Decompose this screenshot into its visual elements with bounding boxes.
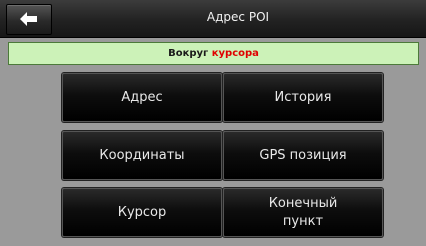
scope-prefix: Вокруг (168, 48, 209, 59)
back-button[interactable] (6, 4, 52, 35)
arrow-left-icon (20, 12, 37, 26)
address-button[interactable]: Адрес (62, 73, 222, 122)
coordinates-button[interactable]: Координаты (62, 131, 222, 180)
destination-button-label: Конечный пункт (268, 195, 338, 229)
gps-position-button[interactable]: GPS позиция (223, 131, 383, 180)
cursor-button-label: Курсор (117, 204, 167, 220)
gps-position-button-label: GPS позиция (259, 147, 347, 163)
coordinates-button-label: Координаты (99, 147, 185, 163)
title-bar: Адрес POI (0, 0, 426, 38)
scope-highlight: курсора (211, 48, 259, 59)
destination-button[interactable]: Конечный пункт (223, 188, 383, 237)
history-button[interactable]: История (223, 73, 383, 122)
page-title: Адрес POI (206, 10, 270, 24)
cursor-button[interactable]: Курсор (62, 188, 222, 237)
address-button-label: Адрес (121, 89, 163, 105)
search-scope-bar: Вокруг курсора (8, 42, 419, 65)
history-button-label: История (274, 89, 332, 105)
